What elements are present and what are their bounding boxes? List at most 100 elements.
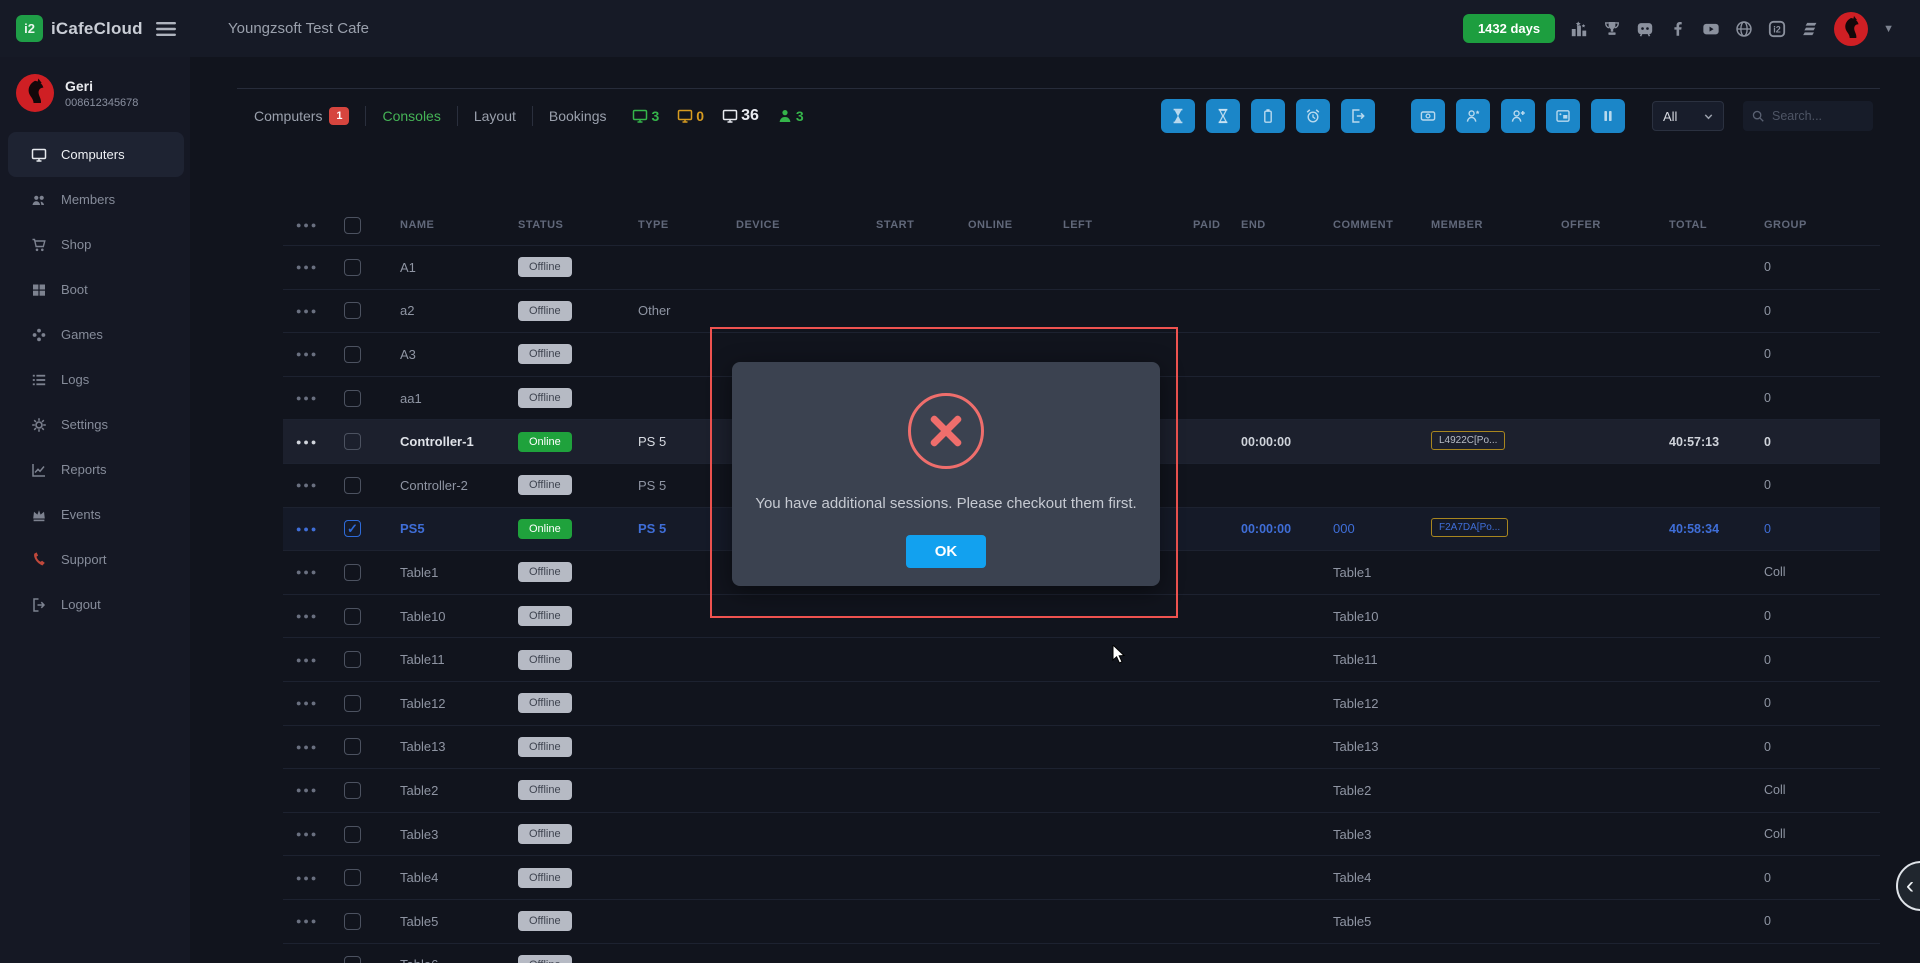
battery-button[interactable] xyxy=(1251,99,1285,133)
sidebar-item-logout[interactable]: Logout xyxy=(8,582,184,627)
pause-button[interactable] xyxy=(1591,99,1625,133)
row-actions-icon[interactable]: ●●● xyxy=(283,524,338,534)
column-header-paid[interactable]: PAID xyxy=(1193,219,1241,231)
column-header-left[interactable]: LEFT xyxy=(1063,219,1193,231)
icafe-icon[interactable]: i2 xyxy=(1768,20,1786,38)
row-checkbox[interactable] xyxy=(338,564,400,581)
table-row[interactable]: ●●●Table4OfflineTable40 xyxy=(283,855,1880,899)
menu-toggle-icon[interactable] xyxy=(156,21,176,37)
member-cell[interactable]: F2A7DA[Po... xyxy=(1431,518,1561,540)
row-checkbox[interactable] xyxy=(338,913,400,930)
row-checkbox[interactable] xyxy=(338,651,400,668)
row-checkbox[interactable] xyxy=(338,608,400,625)
column-header-end[interactable]: END xyxy=(1241,219,1333,231)
group-filter-select[interactable]: All xyxy=(1652,101,1724,131)
row-actions-icon[interactable]: ●●● xyxy=(283,785,338,795)
row-actions-icon[interactable]: ●●● xyxy=(283,480,338,490)
row-checkbox[interactable] xyxy=(338,390,400,407)
row-checkbox[interactable] xyxy=(338,826,400,843)
row-checkbox[interactable] xyxy=(338,956,400,963)
hourglass-button[interactable] xyxy=(1206,99,1240,133)
row-actions-icon[interactable]: ●●● xyxy=(283,655,338,665)
user-plus-button[interactable] xyxy=(1501,99,1535,133)
row-actions-icon[interactable]: ●●● xyxy=(283,393,338,403)
row-actions-icon[interactable]: ●●● xyxy=(283,742,338,752)
row-checkbox[interactable] xyxy=(338,738,400,755)
table-row[interactable]: ●●●Table6Offline xyxy=(283,943,1880,963)
column-header-comment[interactable]: COMMENT xyxy=(1333,219,1431,231)
user-star-button[interactable] xyxy=(1456,99,1490,133)
row-checkbox[interactable]: ✓ xyxy=(338,520,400,537)
column-header-type[interactable]: TYPE xyxy=(638,219,736,231)
member-cell[interactable]: L4922C[Po... xyxy=(1431,431,1561,453)
column-header-device[interactable]: DEVICE xyxy=(736,219,876,231)
row-actions-icon[interactable]: ●●● xyxy=(283,567,338,577)
row-checkbox[interactable] xyxy=(338,782,400,799)
row-actions-icon[interactable]: ●●● xyxy=(283,829,338,839)
sidebar-item-logs[interactable]: Logs xyxy=(8,357,184,402)
tab-computers[interactable]: Computers1 xyxy=(254,107,349,125)
chevron-down-icon[interactable]: ▼ xyxy=(1883,23,1894,35)
table-row[interactable]: ●●●Table5OfflineTable50 xyxy=(283,899,1880,943)
column-header-start[interactable]: START xyxy=(876,219,968,231)
podium-icon[interactable] xyxy=(1570,20,1588,38)
sidebar-item-boot[interactable]: Boot xyxy=(8,267,184,312)
table-row[interactable]: ●●●Table11OfflineTable110 xyxy=(283,637,1880,681)
row-actions-icon[interactable]: ●●● xyxy=(283,262,338,272)
row-actions-icon[interactable]: ●●● xyxy=(283,349,338,359)
sidebar-user[interactable]: Geri 008612345678 xyxy=(0,57,190,126)
globe-icon[interactable] xyxy=(1735,20,1753,38)
sidebar-item-settings[interactable]: Settings xyxy=(8,402,184,447)
row-actions-icon[interactable]: ●●● xyxy=(283,220,338,230)
search-input[interactable] xyxy=(1772,109,1865,123)
row-checkbox[interactable] xyxy=(338,695,400,712)
table-row[interactable]: ●●●Table12OfflineTable120 xyxy=(283,681,1880,725)
table-row[interactable]: ●●●a2OfflineOther0 xyxy=(283,289,1880,333)
youtube-icon[interactable] xyxy=(1702,20,1720,38)
column-header-name[interactable]: NAME xyxy=(400,219,518,231)
cash-button[interactable] xyxy=(1411,99,1445,133)
column-header-status[interactable]: STATUS xyxy=(518,219,638,231)
row-checkbox[interactable] xyxy=(338,259,400,276)
sidebar-item-support[interactable]: Support xyxy=(8,537,184,582)
trophy-icon[interactable] xyxy=(1603,20,1621,38)
column-header-group[interactable]: GROUP xyxy=(1764,219,1880,231)
layers-icon[interactable] xyxy=(1801,20,1819,38)
table-row[interactable]: ●●●Table2OfflineTable2Coll xyxy=(283,768,1880,812)
hourglass-filled-button[interactable] xyxy=(1161,99,1195,133)
sidebar-item-shop[interactable]: Shop xyxy=(8,222,184,267)
sidebar-item-computers[interactable]: Computers xyxy=(8,132,184,177)
sidebar-item-members[interactable]: Members xyxy=(8,177,184,222)
row-checkbox[interactable] xyxy=(338,433,400,450)
checkout-button[interactable] xyxy=(1341,99,1375,133)
row-actions-icon[interactable]: ●●● xyxy=(283,916,338,926)
tab-consoles[interactable]: Consoles xyxy=(382,108,440,124)
column-header-member[interactable]: MEMBER xyxy=(1431,219,1561,231)
row-actions-icon[interactable]: ●●● xyxy=(283,873,338,883)
sidebar-item-events[interactable]: Events xyxy=(8,492,184,537)
brand-logo[interactable]: i2 iCafeCloud xyxy=(16,15,143,42)
sidebar-item-games[interactable]: Games xyxy=(8,312,184,357)
select-all-checkbox[interactable] xyxy=(338,217,400,234)
column-header-offer[interactable]: OFFER xyxy=(1561,219,1669,231)
row-checkbox[interactable] xyxy=(338,869,400,886)
row-actions-icon[interactable]: ●●● xyxy=(283,437,338,447)
sidebar-item-reports[interactable]: Reports xyxy=(8,447,184,492)
row-checkbox[interactable] xyxy=(338,302,400,319)
screenshot-button[interactable] xyxy=(1546,99,1580,133)
facebook-icon[interactable] xyxy=(1669,20,1687,38)
discord-icon[interactable] xyxy=(1636,20,1654,38)
row-actions-icon[interactable]: ●●● xyxy=(283,611,338,621)
column-header-total[interactable]: TOTAL xyxy=(1669,219,1764,231)
table-row[interactable]: ●●●Table13OfflineTable130 xyxy=(283,725,1880,769)
row-checkbox[interactable] xyxy=(338,346,400,363)
tab-layout[interactable]: Layout xyxy=(474,108,516,124)
row-checkbox[interactable] xyxy=(338,477,400,494)
row-actions-icon[interactable]: ●●● xyxy=(283,698,338,708)
alarm-button[interactable] xyxy=(1296,99,1330,133)
column-header-online[interactable]: ONLINE xyxy=(968,219,1063,231)
row-actions-icon[interactable]: ●●● xyxy=(283,306,338,316)
tab-bookings[interactable]: Bookings xyxy=(549,108,607,124)
user-avatar[interactable] xyxy=(1834,12,1868,46)
ok-button[interactable]: OK xyxy=(906,535,986,568)
